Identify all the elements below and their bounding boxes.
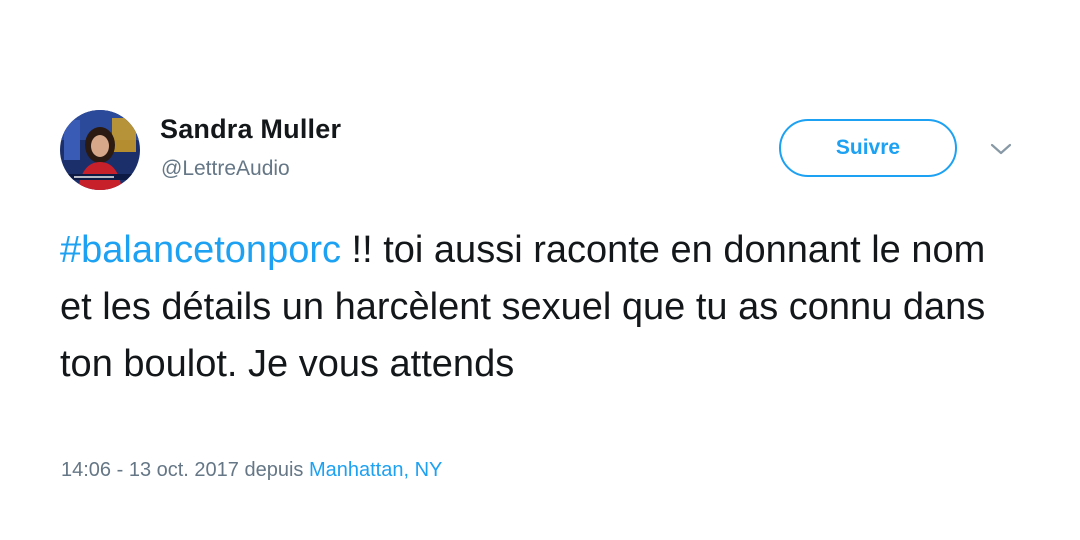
hashtag-link[interactable]: #balancetonporc xyxy=(60,229,341,271)
tweet-text: #balancetonporc !! toi aussi raconte en … xyxy=(60,222,1020,393)
user-name[interactable]: Sandra Muller xyxy=(160,114,341,145)
location-link[interactable]: Manhattan, NY xyxy=(309,459,442,481)
tweet-meta: 14:06 - 13 oct. 2017 depuis Manhattan, N… xyxy=(61,459,442,482)
avatar[interactable] xyxy=(60,110,140,190)
follow-button[interactable]: Suivre xyxy=(779,119,957,177)
profile-photo-icon xyxy=(60,110,140,190)
user-handle[interactable]: @LettreAudio xyxy=(161,157,290,181)
chevron-down-icon[interactable] xyxy=(988,140,1014,158)
tweet-card: Sandra Muller @LettreAudio Suivre #balan… xyxy=(0,0,1080,540)
tweet-timestamp[interactable]: 14:06 - 13 oct. 2017 depuis xyxy=(61,459,309,481)
